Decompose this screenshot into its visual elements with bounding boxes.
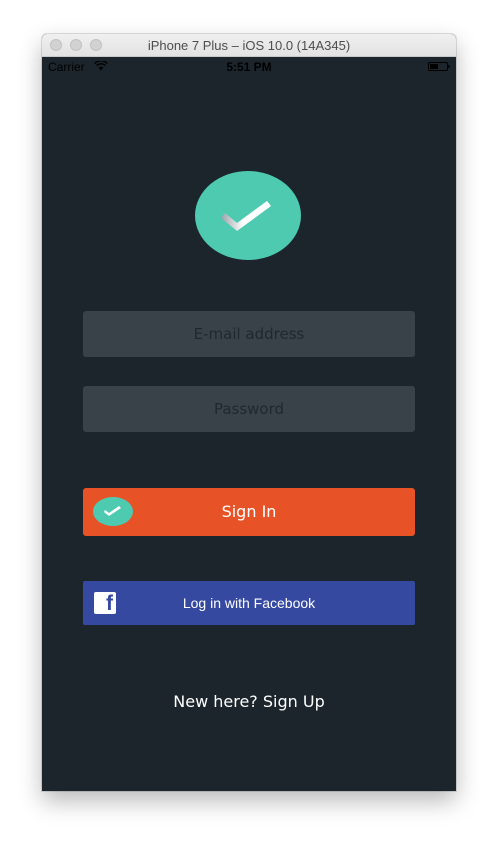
- facebook-login-label: Log in with Facebook: [182, 595, 316, 611]
- email-field[interactable]: [83, 311, 415, 357]
- sign-up-link[interactable]: New here? Sign Up: [42, 692, 456, 711]
- ios-status-bar: Carrier 5:51 PM: [42, 57, 456, 77]
- app-logo: [195, 171, 301, 260]
- password-field[interactable]: [83, 386, 415, 432]
- facebook-login-button[interactable]: f Log in with Facebook: [83, 581, 415, 625]
- battery-icon: [428, 62, 450, 71]
- simulator-window: iPhone 7 Plus – iOS 10.0 (14A345) Carrie…: [42, 34, 456, 791]
- window-title: iPhone 7 Plus – iOS 10.0 (14A345): [147, 38, 351, 53]
- sign-in-label: Sign In: [221, 502, 277, 521]
- status-time: 5:51 PM: [226, 60, 272, 74]
- window-titlebar: iPhone 7 Plus – iOS 10.0 (14A345): [42, 34, 456, 57]
- checkmark-icon: [221, 201, 271, 231]
- sign-in-button[interactable]: Sign In: [83, 488, 415, 536]
